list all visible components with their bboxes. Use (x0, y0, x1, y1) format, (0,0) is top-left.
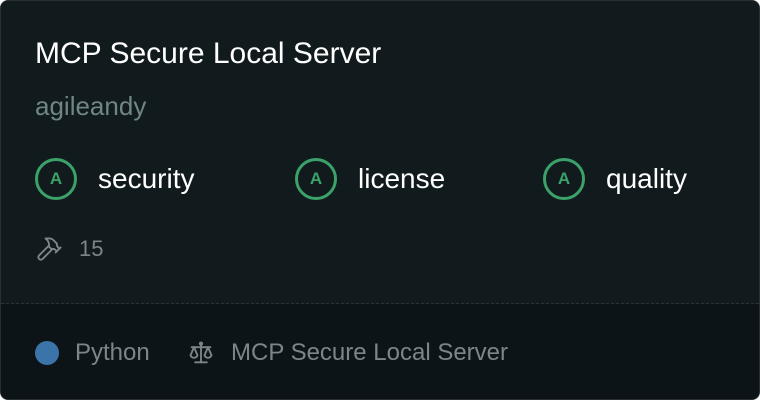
grade-label: license (358, 163, 446, 194)
license-name: MCP Secure Local Server (231, 339, 509, 366)
grade-badge: A (543, 158, 585, 200)
language-info: Python (35, 338, 150, 368)
language-name: Python (75, 339, 150, 366)
grade-badge: A (295, 158, 337, 200)
tools-count: 15 (35, 231, 103, 267)
author-name[interactable]: agileandy (35, 89, 146, 123)
card-body: MCP Secure Local Server agileandy A secu… (1, 1, 759, 303)
grade-license[interactable]: A license (295, 155, 445, 203)
grade-label: security (98, 163, 195, 194)
scale-icon (189, 341, 213, 364)
grade-label: quality (606, 163, 687, 194)
language-color-dot (35, 341, 59, 365)
grade-badge: A (35, 158, 77, 200)
tools-count-value: 15 (79, 236, 104, 261)
license-info: MCP Secure Local Server (187, 338, 508, 368)
server-card[interactable]: MCP Secure Local Server agileandy A secu… (0, 0, 760, 400)
server-title[interactable]: MCP Secure Local Server (35, 34, 381, 74)
grade-quality[interactable]: A quality (543, 155, 687, 203)
card-footer: Python MCP Secure Local Server (1, 304, 759, 399)
grade-security[interactable]: A security (35, 155, 194, 203)
hammer-icon (37, 237, 62, 261)
